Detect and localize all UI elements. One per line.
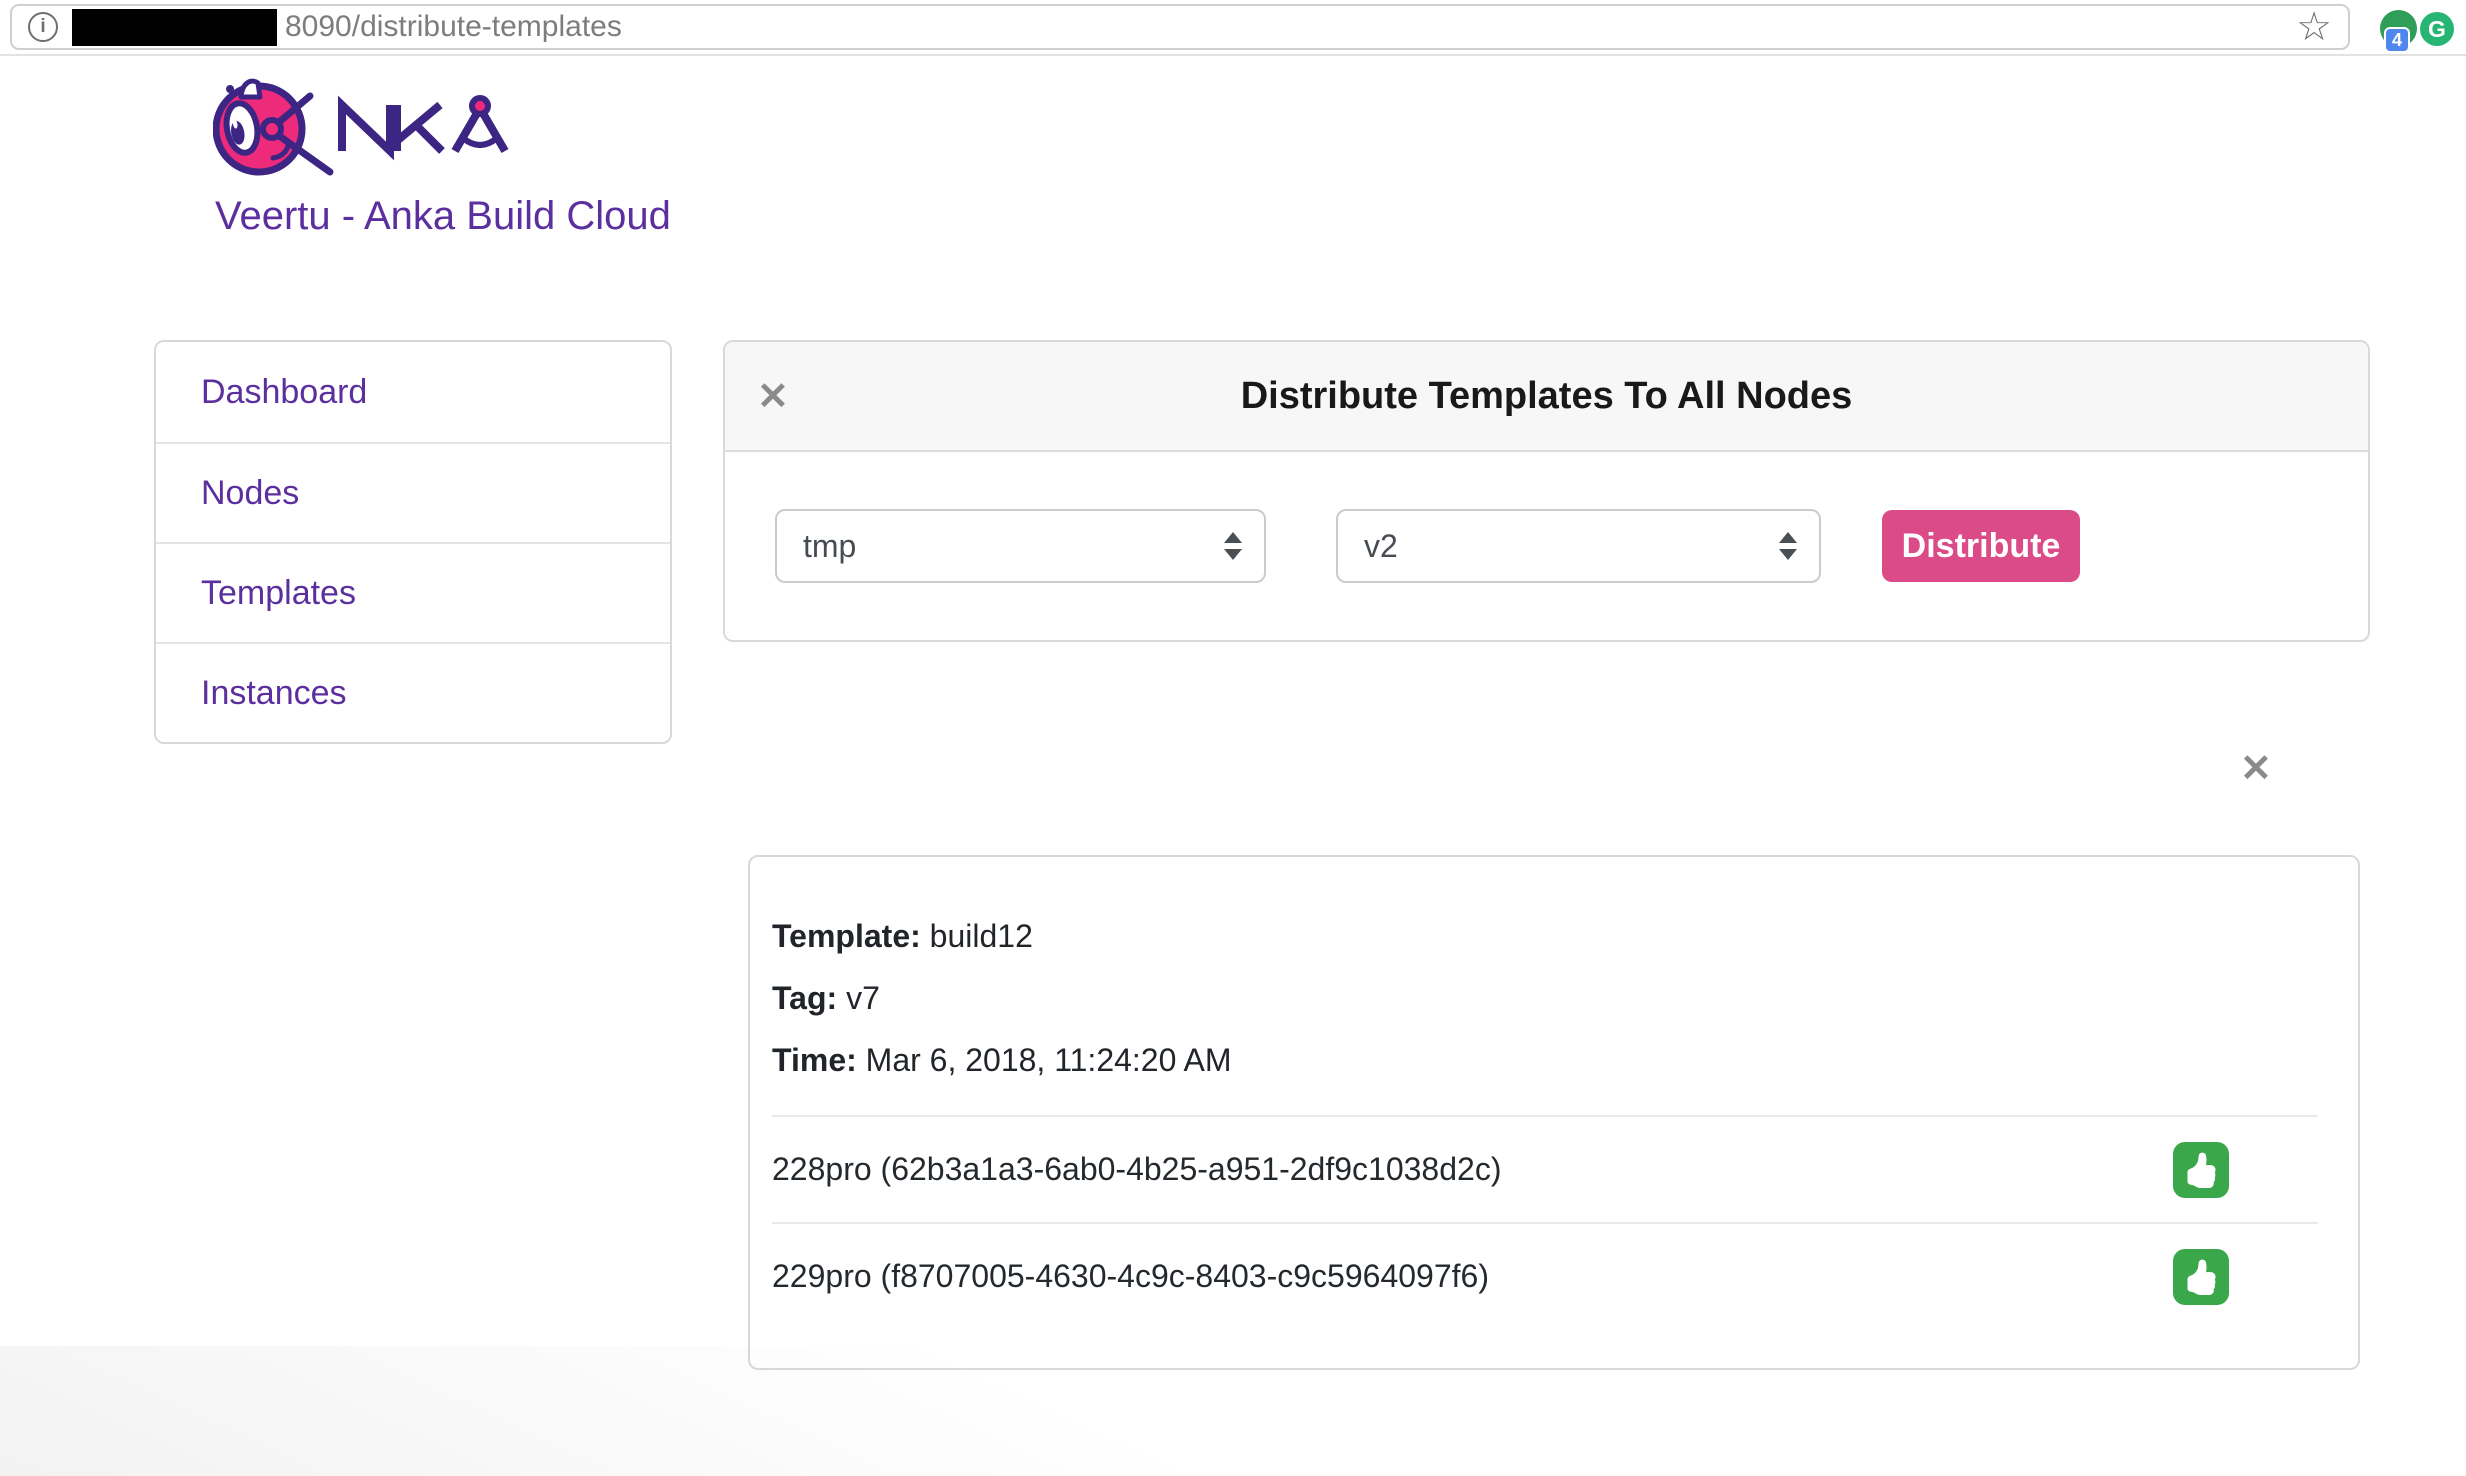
info-icon[interactable]: i — [28, 12, 58, 42]
time-field: Time: Mar 6, 2018, 11:24:20 AM — [772, 1029, 2318, 1091]
tag-select[interactable]: v2 — [1336, 509, 1821, 583]
template-field: Template: build12 — [772, 905, 2318, 967]
sidebar-nav: Dashboard Nodes Templates Instances — [154, 340, 672, 744]
time-field-label: Time: — [772, 1042, 857, 1078]
tag-field: Tag: v7 — [772, 967, 2318, 1029]
result-fields: Template: build12 Tag: v7 Time: Mar 6, 2… — [772, 857, 2318, 1115]
sidebar-item-nodes[interactable]: Nodes — [156, 442, 670, 542]
status-badge — [2173, 1249, 2229, 1305]
time-field-value: Mar 6, 2018, 11:24:20 AM — [866, 1042, 1232, 1078]
chevron-updown-icon — [1224, 532, 1242, 560]
template-field-label: Template: — [772, 918, 921, 954]
template-select-value: tmp — [803, 528, 856, 565]
bookmark-star-icon[interactable]: ☆ — [2296, 7, 2332, 47]
url-text[interactable]: 8090/distribute-templates — [285, 10, 622, 44]
anka-logo — [213, 76, 513, 180]
distribute-panel-header: ✕ Distribute Templates To All Nodes — [725, 342, 2368, 452]
address-bar[interactable]: i 8090/distribute-templates ☆ — [10, 4, 2350, 50]
close-icon[interactable]: ✕ — [757, 378, 789, 416]
node-name: 228pro (62b3a1a3-6ab0-4b25-a951-2df9c103… — [772, 1151, 1501, 1188]
distribution-result-card: Template: build12 Tag: v7 Time: Mar 6, 2… — [748, 855, 2360, 1370]
tag-field-label: Tag: — [772, 980, 837, 1016]
thumbs-up-icon — [2183, 1152, 2219, 1188]
browser-chrome: i 8090/distribute-templates ☆ 4 G — [0, 0, 2466, 56]
template-field-value: build12 — [930, 918, 1033, 954]
sidebar-item-instances[interactable]: Instances — [156, 642, 670, 742]
sidebar-item-templates[interactable]: Templates — [156, 542, 670, 642]
browser-window: i 8090/distribute-templates ☆ 4 G Veertu… — [0, 0, 2466, 1476]
node-row: 228pro (62b3a1a3-6ab0-4b25-a951-2df9c103… — [772, 1115, 2318, 1222]
chevron-updown-icon — [1779, 532, 1797, 560]
sidebar-item-dashboard[interactable]: Dashboard — [156, 342, 670, 442]
tag-field-value: v7 — [846, 980, 880, 1016]
grammarly-icon[interactable]: G — [2420, 12, 2454, 46]
status-badge — [2173, 1142, 2229, 1198]
distribute-panel-body: tmp v2 Distribute — [725, 452, 2368, 640]
node-name: 229pro (f8707005-4630-4c9c-8403-c9c59640… — [772, 1258, 1489, 1295]
node-row: 229pro (f8707005-4630-4c9c-8403-c9c59640… — [772, 1222, 2318, 1329]
distribute-button[interactable]: Distribute — [1882, 510, 2080, 582]
template-select[interactable]: tmp — [775, 509, 1266, 583]
result-close-icon[interactable]: ✕ — [2240, 750, 2272, 788]
tag-select-value: v2 — [1364, 528, 1398, 565]
distribute-panel-title: Distribute Templates To All Nodes — [1241, 375, 1853, 418]
distribute-templates-panel: ✕ Distribute Templates To All Nodes tmp … — [723, 340, 2370, 642]
redacted-url-host — [72, 9, 277, 46]
extension-badge: 4 — [2384, 27, 2410, 53]
page-title: Veertu - Anka Build Cloud — [215, 194, 671, 239]
thumbs-up-icon — [2183, 1259, 2219, 1295]
